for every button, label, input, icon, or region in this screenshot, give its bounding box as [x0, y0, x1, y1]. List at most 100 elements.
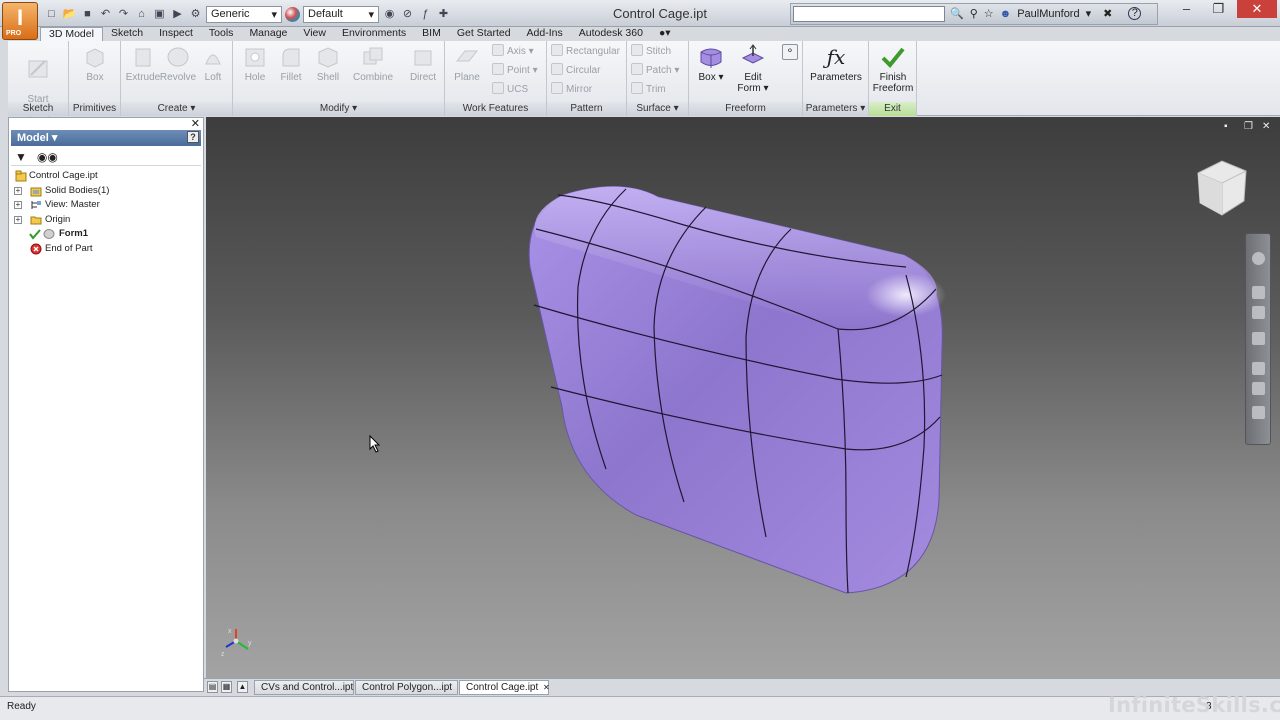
axis-icon [492, 44, 504, 56]
tab-manage[interactable]: Manage [241, 27, 295, 41]
mirror-button[interactable]: Mirror [551, 82, 592, 98]
open-file-icon[interactable]: 📂 [62, 7, 77, 22]
tab-autodesk-360[interactable]: Autodesk 360 [571, 27, 651, 41]
view-face-icon[interactable] [1252, 382, 1265, 395]
doc-tab-control-polygon[interactable]: Control Polygon...ipt [355, 680, 458, 695]
document-list-icon[interactable]: ▲ [237, 681, 248, 693]
close-icon[interactable]: ✕ [543, 683, 550, 692]
trim-button[interactable]: Trim [631, 82, 666, 98]
tab-sketch[interactable]: Sketch [103, 27, 151, 41]
binoculars-icon[interactable]: ◉◉ [37, 150, 58, 164]
search-input[interactable] [793, 6, 945, 22]
binoculars-icon[interactable]: 🔍 [950, 7, 964, 20]
appearance-dropdown[interactable]: Default ▾ [303, 5, 379, 23]
tree-item-solid-bodies[interactable]: + Solid Bodies(1) [11, 184, 201, 199]
user-name[interactable]: PaulMunford [1017, 8, 1079, 20]
tree-item-part[interactable]: Control Cage.ipt [11, 169, 201, 184]
edit-form-button[interactable]: Edit Form ▾ [731, 44, 775, 94]
primitive-box-button[interactable]: Box [73, 44, 117, 83]
freeform-model[interactable] [206, 117, 1280, 678]
application-menu-button[interactable]: I PRO [2, 2, 38, 40]
expand-icon[interactable]: + [14, 186, 22, 195]
steering-wheel-icon[interactable] [1252, 252, 1265, 265]
quick-access-toolbar: □ 📂 ■ ↶ ↷ ⌂ ▣ ▶ ⚙ Generic ▾ Default ▾ ◉ ⊘ … [44, 5, 451, 23]
parameters-button[interactable]: ƒx Parameters [808, 44, 864, 83]
expand-icon[interactable]: + [14, 215, 22, 224]
tile-horizontal-icon[interactable]: ▤ [207, 681, 218, 693]
tree-item-origin[interactable]: + Origin [11, 213, 201, 228]
tree-item-end-of-part[interactable]: End of Part [11, 242, 201, 257]
favorites-star-icon[interactable]: ☆ [984, 7, 994, 20]
adjust-icon[interactable]: ◉ [382, 7, 397, 22]
restore-button[interactable]: ❐ [1205, 0, 1232, 18]
subscription-key-icon[interactable]: ⚲ [970, 7, 978, 20]
home-icon[interactable]: ⌂ [134, 7, 149, 22]
freeform-box-button[interactable]: Box ▾ [689, 44, 733, 83]
redo-icon[interactable]: ↷ [116, 7, 131, 22]
doc-tab-cvs-and-control[interactable]: CVs and Control...ipt [254, 680, 354, 695]
browser-header[interactable]: Model ▾ ? [11, 130, 201, 146]
direct-edit-button[interactable]: Direct [405, 44, 441, 83]
close-button[interactable]: ✕ [1237, 0, 1277, 18]
doc-tab-control-cage[interactable]: Control Cage.ipt ✕ [459, 680, 550, 695]
patch-button[interactable]: Patch ▾ [631, 63, 679, 79]
minimize-button[interactable]: – [1173, 0, 1200, 18]
close-icon[interactable]: ✕ [191, 119, 200, 130]
point-icon [492, 63, 504, 75]
axis-button[interactable]: Axis ▾ [492, 44, 534, 60]
shell-button[interactable]: Shell [306, 44, 350, 83]
navigation-options-icon[interactable] [1252, 406, 1265, 419]
tree-item-form1[interactable]: Form1 [11, 227, 201, 242]
filter-icon[interactable]: ▼ [15, 150, 27, 164]
material-dropdown[interactable]: Generic ▾ [206, 5, 282, 23]
help-icon[interactable]: ? [187, 131, 199, 143]
tab-bim[interactable]: BIM [414, 27, 449, 41]
circular-pattern-icon [551, 63, 563, 75]
fx-icon[interactable]: ƒ [418, 7, 433, 22]
tab-environments[interactable]: Environments [334, 27, 414, 41]
stitch-button[interactable]: Stitch [631, 44, 671, 60]
form-icon [43, 229, 55, 239]
pan-icon[interactable] [1252, 286, 1265, 299]
save-icon[interactable]: ■ [80, 7, 95, 22]
ucs-button[interactable]: UCS [492, 82, 528, 98]
look-at-icon[interactable] [1252, 362, 1265, 375]
undo-icon[interactable]: ↶ [98, 7, 113, 22]
circular-pattern-button[interactable]: Circular [551, 63, 600, 79]
new-file-icon[interactable]: □ [44, 7, 59, 22]
appearance-ball-icon[interactable] [285, 6, 300, 22]
measure-icon[interactable]: ✚ [436, 7, 451, 22]
update-icon[interactable]: ⚙ [188, 7, 203, 22]
select-icon[interactable]: ▶ [170, 7, 185, 22]
rectangular-pattern-button[interactable]: Rectangular [551, 44, 620, 60]
point-button[interactable]: Point ▾ [492, 63, 538, 79]
tile-vertical-icon[interactable]: ▦ [221, 681, 232, 693]
zoom-icon[interactable] [1252, 306, 1265, 319]
tab-view[interactable]: View [295, 27, 334, 41]
tab-add-ins[interactable]: Add-Ins [519, 27, 571, 41]
clear-icon[interactable]: ⊘ [400, 7, 415, 22]
expand-icon[interactable]: + [14, 201, 22, 209]
viewcube[interactable] [1192, 157, 1250, 217]
ribbon-options-icon[interactable]: ●▾ [651, 27, 679, 41]
tab-inspect[interactable]: Inspect [151, 27, 201, 41]
loft-button[interactable]: Loft [191, 44, 235, 83]
tab-3d-model[interactable]: 3D Model [40, 27, 103, 41]
freeform-box-label: Box [698, 72, 716, 83]
tab-tools[interactable]: Tools [201, 27, 242, 41]
chevron-down-icon[interactable]: ▾ [1086, 7, 1092, 20]
freeform-options-icon[interactable]: ⚬ [782, 44, 798, 60]
finish-freeform-button[interactable]: Finish Freeform [871, 44, 915, 94]
combine-button[interactable]: Combine [351, 44, 395, 83]
orbit-icon[interactable] [1252, 332, 1265, 345]
tree-item-view-master[interactable]: + View: Master [11, 198, 201, 213]
trim-label: Trim [646, 84, 666, 95]
graphics-window[interactable]: ▪ ❐ ✕ x z y [206, 117, 1280, 678]
exchange-icon[interactable]: ✖ [1103, 7, 1112, 20]
plane-button[interactable]: Plane [445, 44, 489, 83]
ucs-label: UCS [507, 84, 529, 95]
help-icon[interactable]: ? [1128, 7, 1142, 20]
project-icon[interactable]: ▣ [152, 7, 167, 22]
tab-get-started[interactable]: Get Started [449, 27, 519, 41]
ribbon: Start 2D Sketch Sketch Box Primitives Ex… [8, 41, 1280, 127]
